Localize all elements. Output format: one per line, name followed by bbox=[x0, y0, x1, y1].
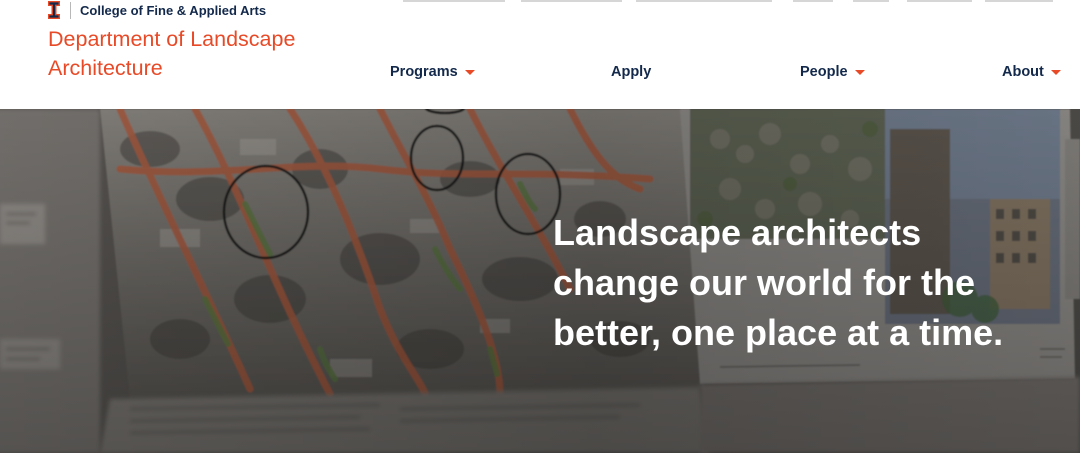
utility-link[interactable] bbox=[521, 0, 622, 2]
site-header: College of Fine & Applied Arts Departmen… bbox=[0, 0, 1080, 109]
block-i-icon bbox=[48, 1, 60, 19]
utility-link[interactable] bbox=[985, 0, 1053, 2]
nav-item-apply[interactable]: Apply bbox=[611, 58, 651, 86]
nav-item-label: About bbox=[1002, 64, 1044, 80]
hero-headline: Landscape architects change our world fo… bbox=[553, 212, 1004, 353]
utility-link[interactable] bbox=[853, 0, 889, 2]
caret-down-icon bbox=[464, 70, 475, 75]
utility-link[interactable] bbox=[403, 0, 505, 2]
college-link[interactable]: College of Fine & Applied Arts bbox=[48, 0, 266, 20]
college-divider bbox=[70, 1, 71, 19]
nav-item-about[interactable]: About bbox=[1002, 58, 1061, 86]
main-navigation: Programs Apply People About bbox=[0, 58, 1080, 86]
hero-banner: Landscape architects change our world fo… bbox=[0, 109, 1080, 453]
caret-down-icon bbox=[1050, 70, 1061, 75]
nav-item-label: People bbox=[800, 64, 848, 80]
nav-item-label: Programs bbox=[390, 64, 458, 80]
nav-item-people[interactable]: People bbox=[800, 58, 865, 86]
nav-item-programs[interactable]: Programs bbox=[390, 58, 475, 86]
utility-link[interactable] bbox=[793, 0, 833, 2]
utility-link[interactable] bbox=[907, 0, 972, 2]
nav-item-label: Apply bbox=[611, 64, 652, 80]
caret-down-icon bbox=[854, 70, 865, 75]
utility-link[interactable] bbox=[636, 0, 772, 2]
college-name: College of Fine & Applied Arts bbox=[80, 2, 267, 18]
